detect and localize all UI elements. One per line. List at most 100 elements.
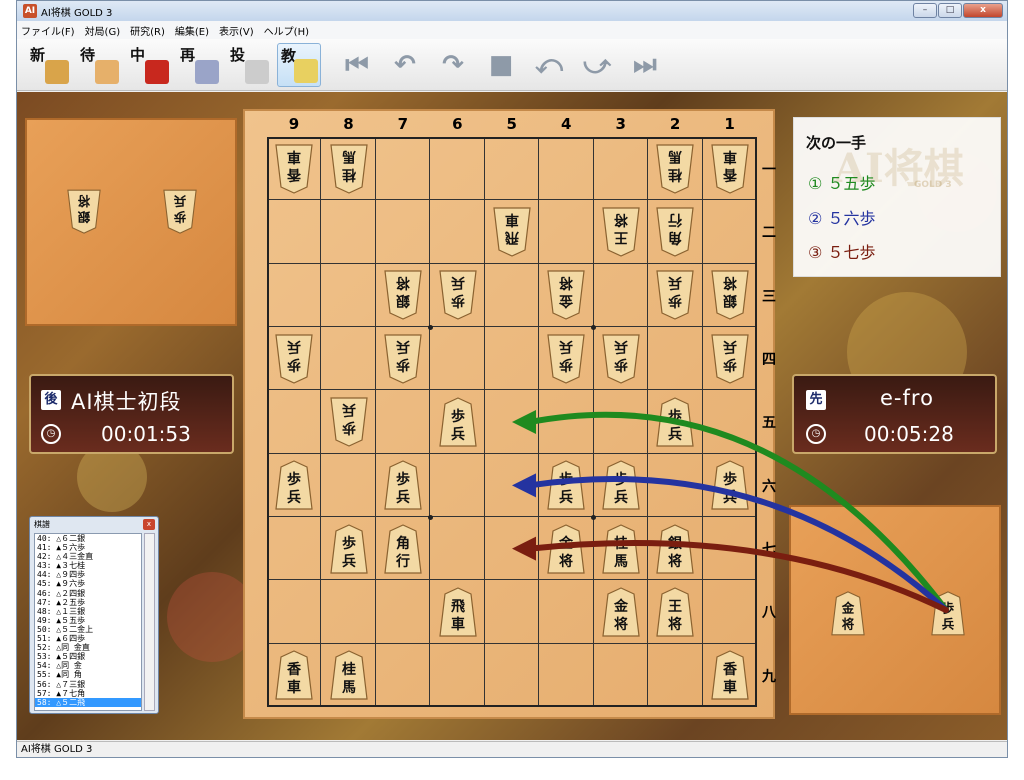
hint-2[interactable]: ② ５六歩	[808, 205, 875, 229]
kifu-list[interactable]: 40: △６二銀 41: ▲５六歩 42: △４三金直 43: ▲３七桂 44: △９四…	[34, 533, 142, 711]
forward-step-icon[interactable]: ⤻	[579, 47, 615, 83]
kifu-window: 棋譜 x 40: △６二銀 41: ▲５六歩 42: △４三金直 43: ▲３七桂 44…	[29, 516, 159, 714]
shogi-piece[interactable]: 歩兵	[711, 460, 749, 510]
toolbar-button-2[interactable]: 中	[127, 43, 171, 87]
stop-square-icon[interactable]: ■	[483, 47, 519, 83]
close-button[interactable]: x	[963, 3, 1003, 18]
shogi-piece[interactable]: 王将	[656, 587, 695, 637]
kifu-row[interactable]: 58: △５二飛	[35, 697, 141, 707]
wait-hand-icon	[95, 60, 119, 84]
shogi-piece[interactable]: 歩兵	[329, 523, 368, 574]
kifu-row[interactable]: 53: ▲５四銀	[35, 652, 141, 661]
toolbar-button-1[interactable]: 待	[77, 43, 121, 87]
shogi-piece[interactable]: 香車	[711, 144, 749, 194]
kifu-row[interactable]: 50: △５二金上	[35, 625, 141, 634]
kifu-row[interactable]: 51: ▲６四歩	[35, 634, 141, 643]
toolbar-button-5[interactable]: 教	[277, 43, 321, 87]
shogi-piece[interactable]: 歩兵	[438, 270, 477, 320]
shogi-piece[interactable]: 桂馬	[329, 144, 368, 194]
svg-text:香: 香	[286, 661, 302, 678]
hand-piece[interactable]: 金将	[831, 591, 865, 636]
shogi-piece[interactable]: 歩兵	[602, 334, 640, 384]
hand-piece[interactable]: 歩兵	[931, 591, 965, 636]
redo-icon[interactable]: ↷	[435, 47, 471, 83]
shogi-piece[interactable]: 歩兵	[329, 397, 368, 447]
shogi-piece[interactable]: 飛車	[493, 207, 531, 257]
shogi-piece[interactable]: 桂馬	[656, 144, 695, 194]
shogi-piece[interactable]: 歩兵	[438, 397, 477, 447]
shogi-piece[interactable]: 香車	[275, 650, 313, 700]
back-step-icon[interactable]: ⤺	[531, 47, 567, 83]
shogi-piece[interactable]: 歩兵	[656, 397, 695, 447]
svg-text:将: 将	[668, 616, 682, 633]
shogi-piece[interactable]: 飛車	[438, 587, 477, 637]
first-move-icon[interactable]: ⏮	[339, 47, 375, 83]
menu-view[interactable]: 表示(V)	[219, 23, 254, 38]
shogi-piece[interactable]: 歩兵	[602, 460, 640, 510]
svg-text:将: 将	[559, 274, 573, 291]
kifu-row[interactable]: 48: △１三銀	[35, 607, 141, 616]
shogi-piece[interactable]: 歩兵	[656, 270, 695, 320]
stopwatch-icon: ◷	[806, 424, 826, 444]
gote-badge: 後	[41, 390, 61, 410]
shogi-piece[interactable]: 香車	[275, 144, 313, 194]
shogi-piece[interactable]: 角行	[384, 523, 422, 574]
shogi-piece[interactable]: 歩兵	[547, 460, 586, 510]
kifu-scrollbar[interactable]	[144, 533, 155, 711]
shogi-piece[interactable]: 歩兵	[711, 334, 749, 384]
undo-icon[interactable]: ↶	[387, 47, 423, 83]
kifu-close-button[interactable]: x	[143, 519, 155, 530]
kifu-row[interactable]: 41: ▲５六歩	[35, 543, 141, 552]
menu-bar: ファイル(F) 対局(G) 研究(R) 編集(E) 表示(V) ヘルプ(H)	[17, 21, 1007, 39]
kifu-row[interactable]: 42: △４三金直	[35, 552, 141, 561]
shogi-piece[interactable]: 桂馬	[602, 523, 640, 574]
shogi-piece[interactable]: 歩兵	[547, 334, 586, 384]
kifu-row[interactable]: 40: △６二銀	[35, 534, 141, 543]
shogi-piece[interactable]: 角行	[656, 207, 695, 257]
last-move-icon[interactable]: ⏭	[627, 47, 663, 83]
minimize-button[interactable]: –	[913, 3, 937, 18]
kifu-row[interactable]: 57: ▲７七角	[35, 689, 141, 698]
hint-3[interactable]: ③ ５七歩	[808, 239, 875, 263]
menu-game[interactable]: 対局(G)	[85, 23, 121, 38]
shogi-piece[interactable]: 銀将	[384, 270, 422, 320]
menu-help[interactable]: ヘルプ(H)	[264, 23, 309, 38]
svg-text:王: 王	[668, 599, 682, 615]
shogi-piece[interactable]: 歩兵	[384, 334, 422, 384]
resign-flag-icon	[245, 60, 269, 84]
shogi-piece[interactable]: 金将	[547, 523, 586, 574]
shogi-piece[interactable]: 銀将	[711, 270, 749, 320]
shogi-piece[interactable]: 銀将	[656, 523, 695, 574]
hint-1[interactable]: ① ５五歩	[808, 170, 875, 194]
kifu-row[interactable]: 49: ▲５五歩	[35, 616, 141, 625]
kifu-row[interactable]: 55: ▲同 角	[35, 670, 141, 679]
toolbar-button-0[interactable]: 新	[27, 43, 71, 87]
menu-research[interactable]: 研究(R)	[130, 23, 165, 38]
kifu-row[interactable]: 43: ▲３七桂	[35, 561, 141, 570]
hand-piece[interactable]: 歩兵	[163, 189, 197, 234]
board-grid: 987654321一二三四五六七八九香車桂馬桂馬香車飛車王将角行銀将歩兵金将歩兵…	[267, 115, 776, 707]
shogi-piece[interactable]: 桂馬	[329, 650, 368, 700]
kifu-row[interactable]: 52: △同 金直	[35, 643, 141, 652]
svg-text:歩: 歩	[396, 356, 410, 373]
kifu-row[interactable]: 47: ▲２五歩	[35, 598, 141, 607]
shogi-piece[interactable]: 金将	[547, 270, 586, 320]
shogi-piece[interactable]: 歩兵	[275, 334, 313, 384]
menu-edit[interactable]: 編集(E)	[175, 23, 209, 38]
shogi-piece[interactable]: 金将	[602, 587, 640, 637]
toolbar-button-4[interactable]: 投	[227, 43, 271, 87]
kifu-row[interactable]: 56: △７三銀	[35, 680, 141, 689]
maximize-button[interactable]: □	[938, 3, 962, 18]
toolbar-button-3[interactable]: 再	[177, 43, 221, 87]
hand-piece[interactable]: 銀将	[67, 189, 101, 234]
svg-text:歩: 歩	[668, 408, 682, 425]
shogi-piece[interactable]: 歩兵	[384, 460, 422, 510]
menu-file[interactable]: ファイル(F)	[21, 23, 75, 38]
shogi-piece[interactable]: 香車	[711, 650, 749, 700]
kifu-title: 棋譜	[34, 520, 50, 529]
shogi-piece[interactable]: 歩兵	[275, 460, 313, 510]
shogi-piece[interactable]: 王将	[602, 207, 640, 257]
file-label: 4	[561, 115, 572, 133]
kifu-row[interactable]: 46: △２四銀	[35, 589, 141, 598]
kifu-row[interactable]: 45: ▲９六歩	[35, 579, 141, 588]
